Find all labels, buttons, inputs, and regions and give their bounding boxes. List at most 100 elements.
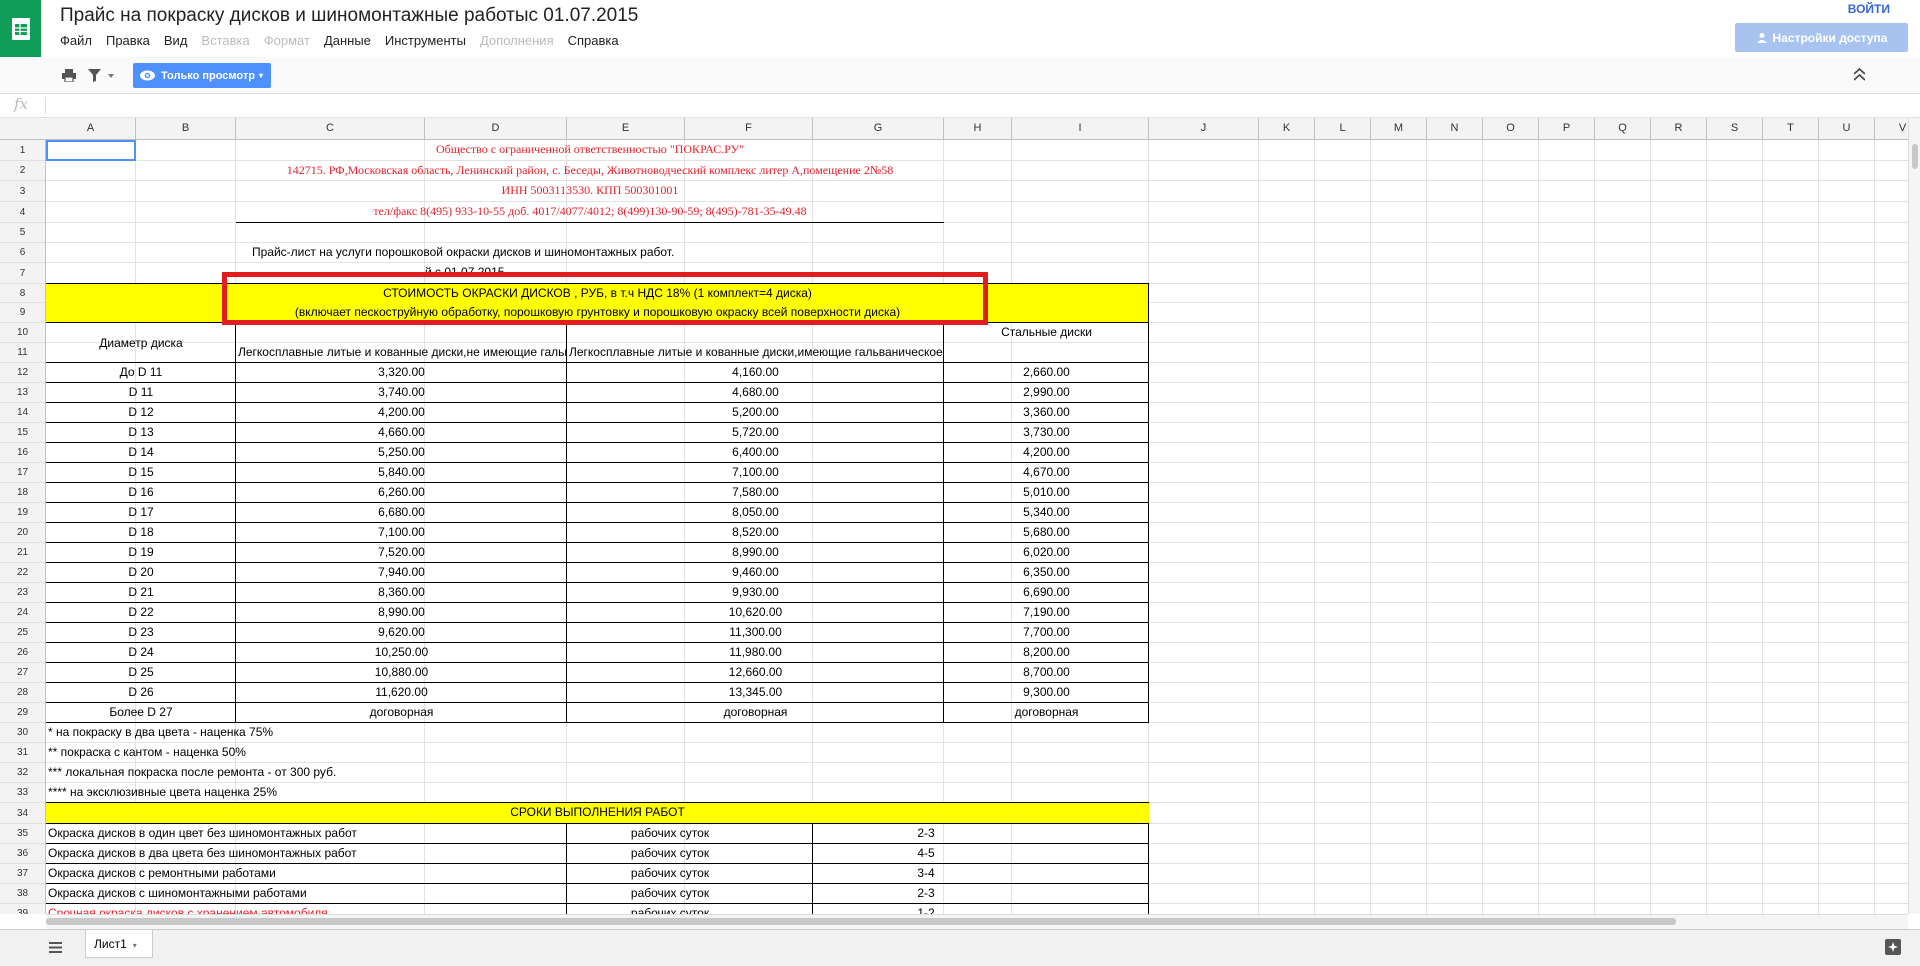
column-header-d[interactable]: D	[425, 118, 567, 139]
column-header-b[interactable]: B	[136, 118, 236, 139]
row-header[interactable]: 9	[0, 303, 45, 323]
column-header-q[interactable]: Q	[1595, 118, 1651, 139]
row-header[interactable]: 16	[0, 443, 45, 463]
row-header[interactable]: 12	[0, 363, 45, 383]
column-header-u[interactable]: U	[1819, 118, 1875, 139]
row-header[interactable]: 5	[0, 223, 45, 243]
row-header[interactable]: 23	[0, 583, 45, 603]
vertical-scroll-thumb[interactable]	[1912, 144, 1918, 169]
filter-icon[interactable]	[88, 69, 101, 82]
row-header[interactable]: 30	[0, 723, 45, 743]
sheet-grid[interactable]: Общество с ограниченной ответственностью…	[46, 140, 1908, 914]
row-header[interactable]: 27	[0, 663, 45, 683]
row-header[interactable]: 39	[0, 904, 45, 914]
row-header[interactable]: 11	[0, 343, 45, 363]
row-header[interactable]: 13	[0, 383, 45, 403]
menu-item[interactable]: Справка	[568, 33, 619, 48]
column-header-o[interactable]: O	[1483, 118, 1539, 139]
menu-item[interactable]: Файл	[60, 33, 92, 48]
diameter-cell: D 18	[128, 525, 154, 539]
row-header[interactable]: 26	[0, 643, 45, 663]
row-header[interactable]: 6	[0, 243, 45, 263]
row-header[interactable]: 34	[0, 803, 45, 824]
row-header[interactable]: 25	[0, 623, 45, 643]
row-header[interactable]: 2	[0, 161, 45, 181]
menu-item[interactable]: Данные	[324, 33, 371, 48]
column-header-t[interactable]: T	[1763, 118, 1819, 139]
row-header[interactable]: 28	[0, 683, 45, 703]
price-alloy-galvanic: 5,720.00	[732, 425, 779, 439]
row-headers: 1 2 3 4 5 6 7 8 9 10 11 12 13 14 15 16 17 18 19 20 21 22 23 24 2…	[0, 140, 46, 914]
row-header[interactable]: 21	[0, 543, 45, 563]
row-header[interactable]: 14	[0, 403, 45, 423]
row-header[interactable]: 20	[0, 523, 45, 543]
row-header[interactable]: 33	[0, 783, 45, 803]
row-header[interactable]: 37	[0, 864, 45, 884]
column-header-m[interactable]: M	[1371, 118, 1427, 139]
chevron-down-icon[interactable]	[108, 74, 114, 78]
term-name: Окраска дисков с шиномонтажными работами	[48, 886, 307, 900]
column-header-i[interactable]: I	[1012, 118, 1149, 139]
column-header-p[interactable]: P	[1539, 118, 1595, 139]
row-header[interactable]: 31	[0, 743, 45, 763]
row-header[interactable]: 3	[0, 181, 45, 202]
row-header[interactable]: 1	[0, 140, 45, 161]
term-value: 4-5	[917, 846, 935, 860]
document-title[interactable]: Прайс на покраску дисков и шиномонтажные…	[60, 5, 638, 27]
row-header[interactable]: 4	[0, 202, 45, 223]
column-header-c[interactable]: C	[236, 118, 425, 139]
row-header[interactable]: 15	[0, 423, 45, 443]
terms-col-border	[812, 824, 813, 914]
row-header[interactable]: 19	[0, 503, 45, 523]
print-icon[interactable]	[62, 69, 76, 82]
price-steel: 6,020.00	[1023, 545, 1070, 559]
row-header[interactable]: 18	[0, 483, 45, 503]
sheet-tab-chevron-icon[interactable]: ▾	[133, 941, 137, 950]
share-button[interactable]: Настройки доступа	[1735, 23, 1908, 52]
column-header-h[interactable]: H	[944, 118, 1012, 139]
table-right-border	[1148, 284, 1149, 723]
menu-item[interactable]: Правка	[106, 33, 150, 48]
row-header[interactable]: 29	[0, 703, 45, 723]
column-header-j[interactable]: J	[1149, 118, 1259, 139]
row-header[interactable]: 22	[0, 563, 45, 583]
row-header[interactable]: 38	[0, 884, 45, 904]
price-alloy-galvanic: 5,200.00	[732, 405, 779, 419]
column-header-l[interactable]: L	[1315, 118, 1371, 139]
price-alloy-galvanic: 8,990.00	[732, 545, 779, 559]
price-steel: 9,300.00	[1023, 685, 1070, 699]
view-only-button[interactable]: Только просмотр ▾	[133, 63, 271, 88]
sheet-tab[interactable]: Лист1 ▾	[85, 930, 153, 958]
horizontal-scroll-thumb[interactable]	[46, 918, 1676, 925]
column-header-g[interactable]: G	[813, 118, 944, 139]
explore-icon[interactable]	[1885, 939, 1901, 955]
menu-item[interactable]: Инструменты	[385, 33, 466, 48]
column-header-a[interactable]: A	[46, 118, 136, 139]
selected-cell-a1[interactable]	[46, 140, 136, 161]
sheets-logo-icon[interactable]	[0, 0, 41, 57]
menu-item[interactable]: Вид	[164, 33, 188, 48]
all-sheets-icon[interactable]	[49, 942, 62, 953]
menu-item: Формат	[263, 33, 310, 48]
column-header-e[interactable]: E	[567, 118, 685, 139]
gridline-v	[1370, 140, 1371, 914]
column-header-s[interactable]: S	[1707, 118, 1763, 139]
column-header-n[interactable]: N	[1427, 118, 1483, 139]
horizontal-scrollbar[interactable]	[46, 914, 1908, 929]
row-header[interactable]: 7	[0, 263, 45, 284]
row-header[interactable]: 17	[0, 463, 45, 483]
column-header-r[interactable]: R	[1651, 118, 1707, 139]
vertical-scrollbar[interactable]	[1908, 118, 1920, 914]
row-header[interactable]: 8	[0, 284, 45, 303]
row-header[interactable]: 32	[0, 763, 45, 783]
gridline-v	[1874, 140, 1875, 914]
row-header[interactable]: 10	[0, 323, 45, 343]
row-header[interactable]: 36	[0, 844, 45, 864]
row-header[interactable]: 24	[0, 603, 45, 623]
collapse-icon[interactable]	[1854, 68, 1865, 81]
row-header[interactable]: 35	[0, 824, 45, 844]
column-header-f[interactable]: F	[685, 118, 813, 139]
sign-in-link[interactable]: ВОЙТИ	[1848, 2, 1890, 16]
formula-bar[interactable]: fx	[0, 94, 1920, 118]
column-header-k[interactable]: K	[1259, 118, 1315, 139]
